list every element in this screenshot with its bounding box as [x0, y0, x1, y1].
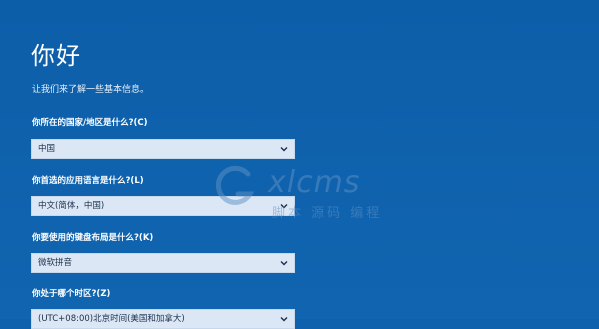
keyboard-select-value: 微软拼音: [38, 258, 73, 268]
setup-window: 你好 让我们来了解一些基本信息。 你所在的国家/地区是什么?(C) 中国 你首选…: [0, 0, 599, 329]
language-select[interactable]: 中文(简体，中国): [31, 196, 295, 216]
country-label: 你所在的国家/地区是什么?(C): [32, 118, 148, 128]
keyboard-label: 你要使用的键盘布局是什么?(K): [32, 233, 154, 243]
language-label: 你首选的应用语言是什么?(L): [32, 176, 144, 186]
timezone-label: 你处于哪个时区?(Z): [32, 289, 111, 299]
country-select[interactable]: 中国: [31, 139, 295, 159]
keyboard-select[interactable]: 微软拼音: [31, 253, 295, 273]
timezone-select-value: (UTC+08:00)北京时间(美国和加拿大): [38, 314, 185, 324]
country-select-value: 中国: [38, 144, 56, 154]
chevron-down-icon: [280, 317, 288, 322]
watermark-brand: xlcms: [268, 165, 361, 200]
language-select-value: 中文(简体，中国): [38, 201, 105, 211]
chevron-down-icon: [280, 204, 288, 209]
page-title: 你好: [31, 42, 81, 70]
chevron-down-icon: [280, 261, 288, 266]
chevron-down-icon: [280, 147, 288, 152]
timezone-select[interactable]: (UTC+08:00)北京时间(美国和加拿大): [31, 309, 295, 329]
page-subtitle: 让我们来了解一些基本信息。: [32, 85, 150, 95]
